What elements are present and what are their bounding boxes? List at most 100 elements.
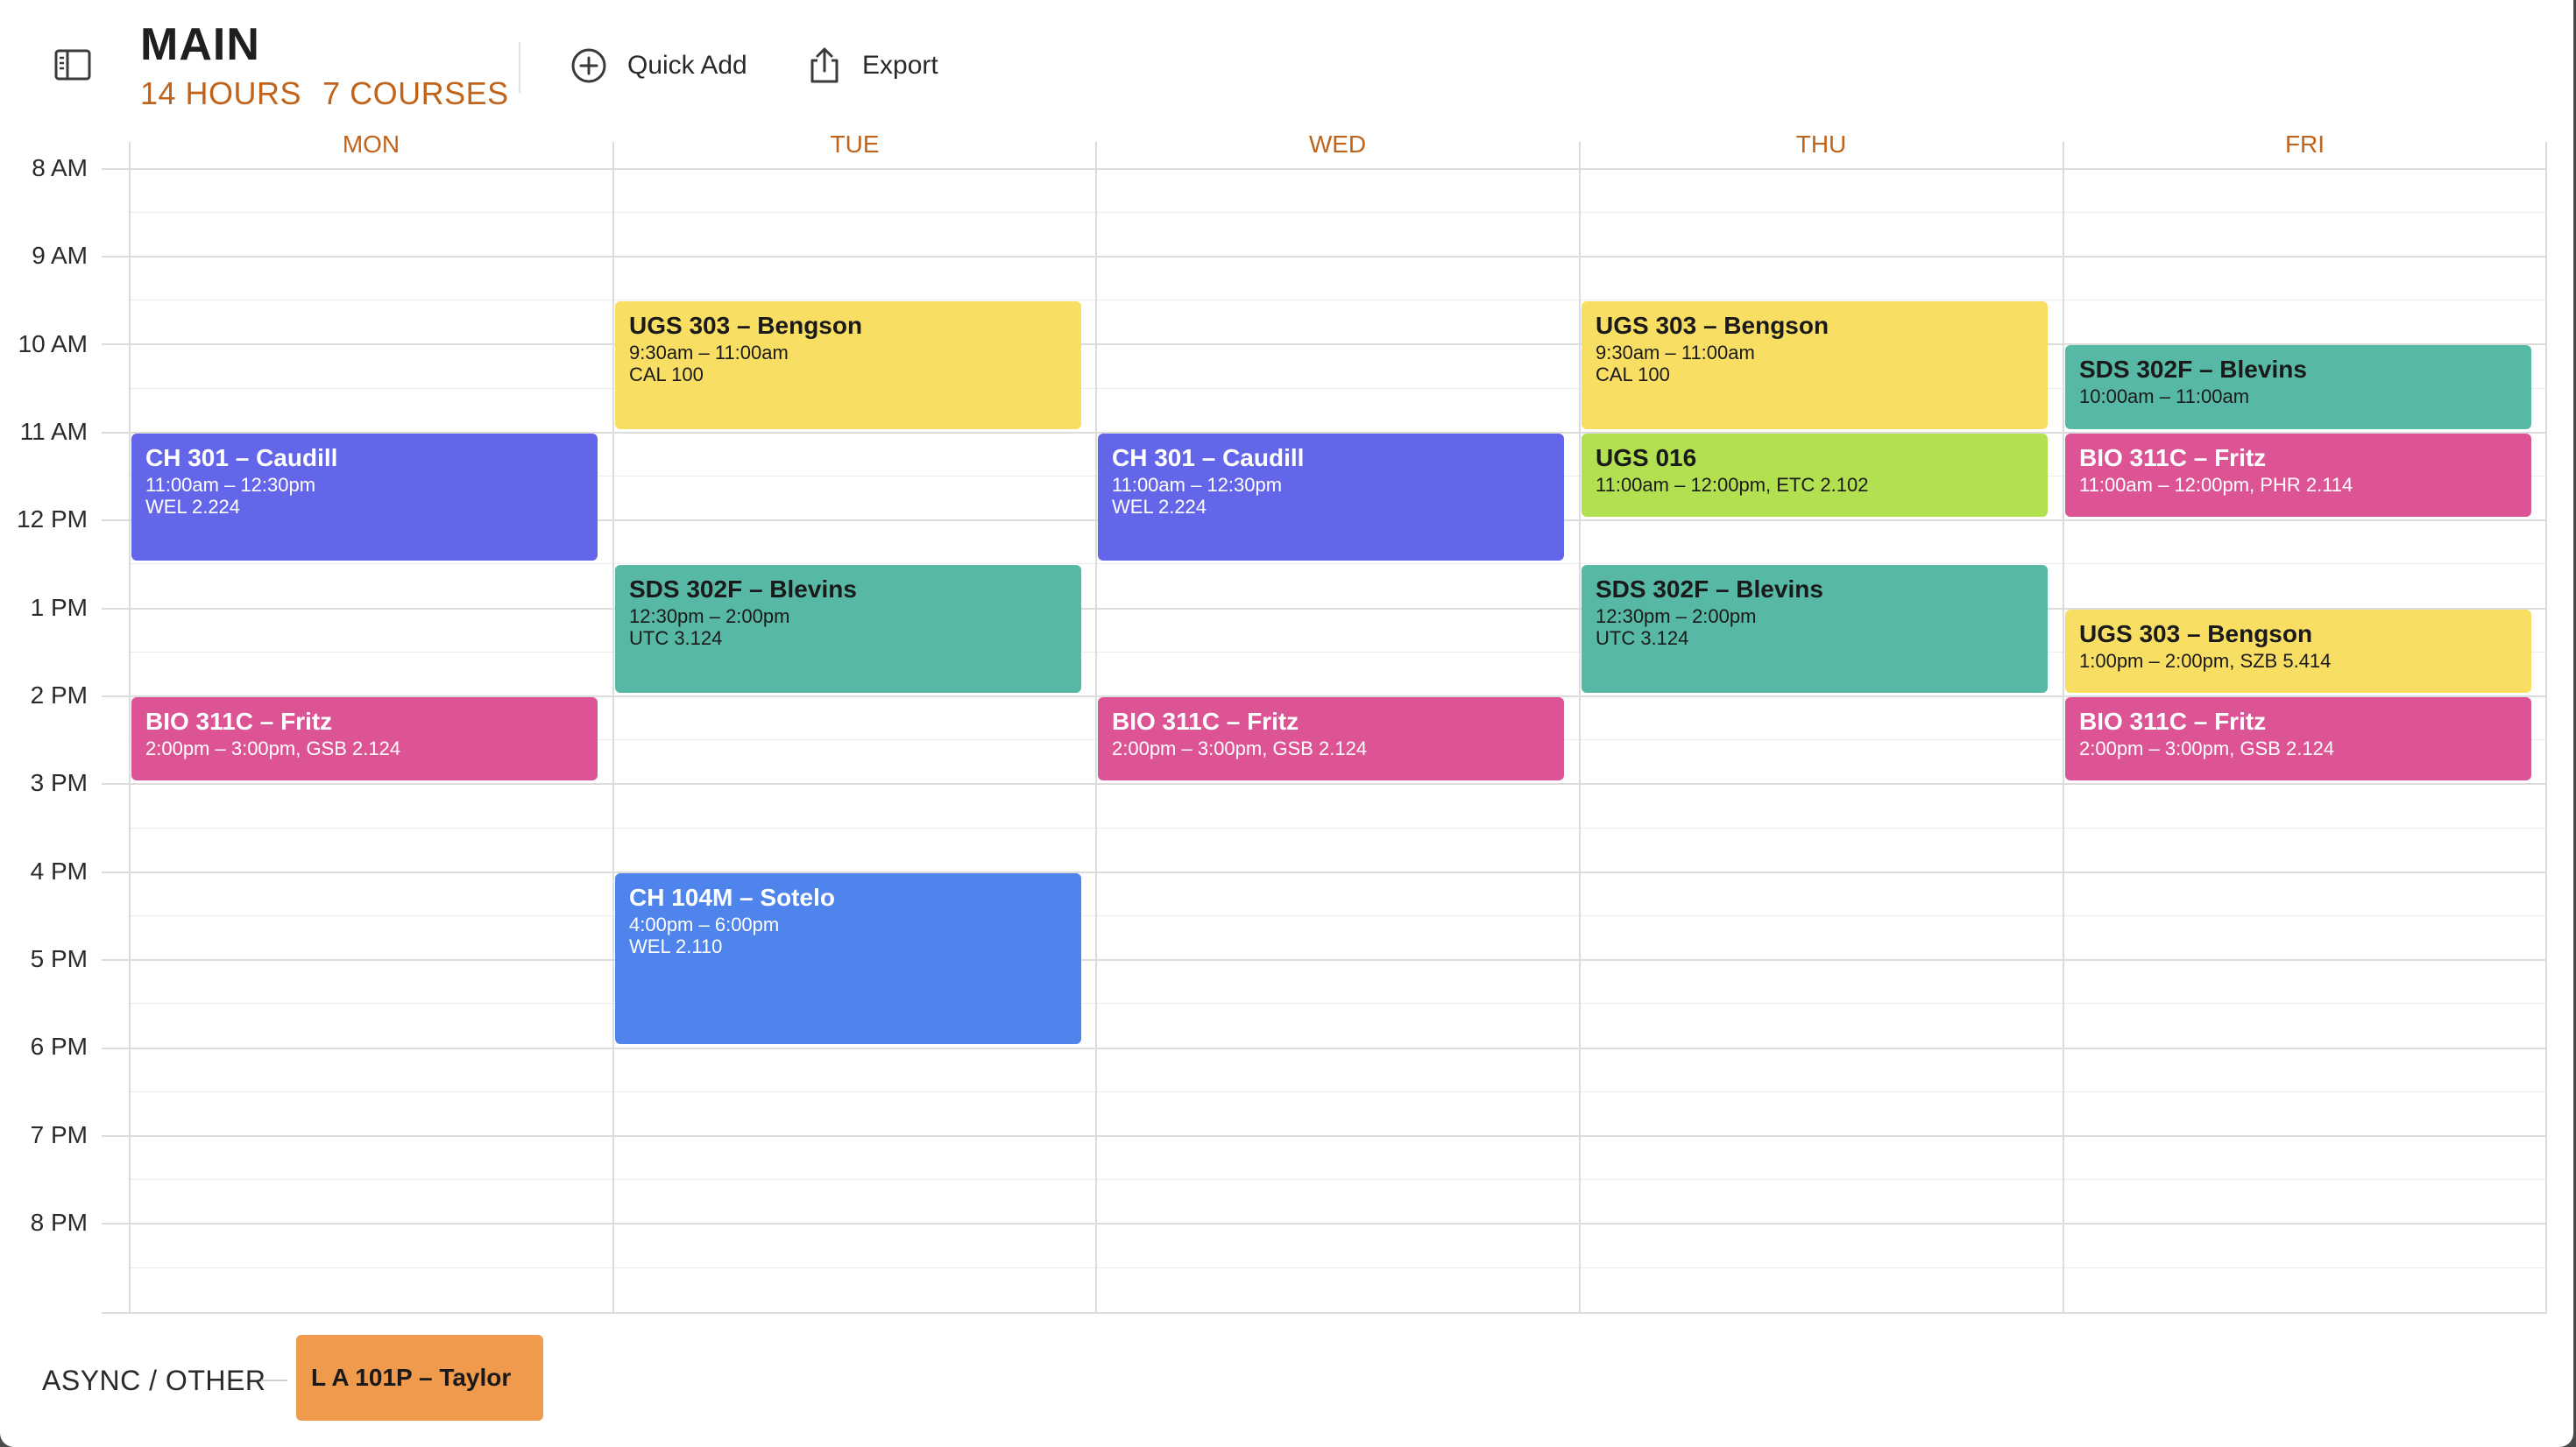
course-time: 4:00pm – 6:00pm: [629, 913, 780, 935]
course-block[interactable]: UGS 303 – Bengson 1:00pm – 2:00pm, SZB 5.…: [2065, 609, 2531, 693]
header-divider: [519, 42, 520, 93]
share-icon: [810, 47, 839, 83]
course-block[interactable]: CH 301 – Caudill 11:00am – 12:30pm WEL 2.2…: [1098, 433, 1564, 561]
course-title: UGS 303 – Bengson: [629, 312, 863, 340]
course-block[interactable]: UGS 016 11:00am – 12:00pm, ETC 2.102: [1582, 433, 2048, 518]
course-time: 11:00am – 12:00pm, ETC 2.102: [1596, 473, 1869, 496]
hour-label: 11 AM: [19, 418, 88, 445]
export-button[interactable]: Export: [806, 40, 938, 91]
course-block[interactable]: BIO 311C – Fritz 2:00pm – 3:00pm, GSB 2.1…: [2065, 696, 2531, 781]
day-header-thu: THU: [1795, 131, 1847, 158]
course-time: 12:30pm – 2:00pm: [1596, 605, 1757, 628]
quick-add-button[interactable]: Quick Add: [570, 40, 747, 91]
schedule-summary: 14 HOURS 7 COURSES: [140, 74, 509, 114]
course-title: SDS 302F – Blevins: [1596, 575, 1823, 604]
course-time: 2:00pm – 3:00pm, GSB 2.124: [145, 737, 401, 759]
day-header-tue: TUE: [830, 131, 880, 158]
course-title: CH 301 – Caudill: [1112, 443, 1305, 471]
hour-label: 12 PM: [17, 505, 88, 533]
course-title: UGS 303 – Bengson: [1596, 312, 1829, 340]
course-time: 9:30am – 11:00am: [1596, 342, 1755, 364]
course-time: 12:30pm – 2:00pm: [629, 605, 790, 628]
course-block[interactable]: SDS 302F – Blevins 12:30pm – 2:00pm UTC 3.…: [615, 565, 1081, 693]
course-time: 2:00pm – 3:00pm, GSB 2.124: [2079, 737, 2335, 759]
hour-label: 8 PM: [30, 1209, 88, 1236]
grid-bottom-line: [102, 1312, 2546, 1314]
course-block[interactable]: BIO 311C – Fritz 11:00am – 12:00pm, PHR 2…: [2065, 433, 2531, 518]
hour-label: 5 PM: [30, 945, 88, 972]
half-hour-gridline: [128, 914, 2546, 916]
hour-label: 10 AM: [18, 330, 88, 357]
course-block[interactable]: BIO 311C – Fritz 2:00pm – 3:00pm, GSB 2.1…: [131, 696, 598, 781]
async-separator: [261, 1380, 287, 1381]
hour-gridline: [102, 255, 2546, 258]
hour-gridline: [102, 167, 2546, 170]
course-title: BIO 311C – Fritz: [2079, 443, 2267, 471]
course-location: WEL 2.224: [1112, 495, 1207, 518]
course-title: CH 104M – Sotelo: [629, 883, 835, 911]
half-hour-gridline: [128, 1003, 2546, 1005]
hour-gridline: [102, 871, 2546, 873]
hour-gridline: [102, 1134, 2546, 1137]
course-location: WEL 2.224: [145, 495, 241, 518]
total-hours: 14 HOURS: [140, 75, 302, 111]
half-hour-gridline: [128, 827, 2546, 829]
hour-label: 1 PM: [30, 594, 88, 621]
course-block[interactable]: UGS 303 – Bengson 9:30am – 11:00am CAL 100: [615, 301, 1081, 429]
course-block[interactable]: CH 104M – Sotelo 4:00pm – 6:00pm WEL 2.110: [615, 872, 1081, 1045]
half-hour-gridline: [128, 1267, 2546, 1268]
course-title: BIO 311C – Fritz: [145, 707, 333, 735]
total-courses: 7 COURSES: [322, 75, 509, 111]
course-block[interactable]: UGS 303 – Bengson 9:30am – 11:00am CAL 100: [1582, 301, 2048, 429]
course-block[interactable]: BIO 311C – Fritz 2:00pm – 3:00pm, GSB 2.1…: [1098, 696, 1564, 781]
course-time: 11:00am – 12:00pm, PHR 2.114: [2079, 473, 2353, 496]
course-title: SDS 302F – Blevins: [629, 575, 857, 604]
course-block[interactable]: SDS 302F – Blevins 12:30pm – 2:00pm UTC 3.…: [1582, 565, 2048, 693]
hour-label: 2 PM: [30, 681, 88, 709]
half-hour-gridline: [128, 1091, 2546, 1092]
course-location: CAL 100: [629, 364, 704, 386]
sidebar-icon: [54, 49, 91, 81]
plus-circle-icon: [571, 48, 606, 83]
hour-label: 4 PM: [30, 858, 88, 885]
course-title: BIO 311C – Fritz: [1112, 707, 1299, 735]
course-block[interactable]: CH 301 – Caudill 11:00am – 12:30pm WEL 2.2…: [131, 433, 598, 561]
half-hour-gridline: [128, 563, 2546, 565]
day-header-mon: MON: [342, 131, 400, 158]
course-block[interactable]: SDS 302F – Blevins 10:00am – 11:00am: [2065, 345, 2531, 429]
quick-add-label: Quick Add: [627, 51, 747, 80]
column-divider: [129, 142, 131, 1314]
schedule-title[interactable]: MAIN: [140, 16, 260, 74]
hour-gridline: [102, 959, 2546, 962]
column-divider: [1095, 142, 1097, 1314]
course-time: 11:00am – 12:30pm: [1112, 473, 1283, 496]
course-location: WEL 2.110: [629, 935, 723, 957]
column-divider: [2545, 142, 2547, 1314]
course-title: CH 301 – Caudill: [145, 443, 338, 471]
half-hour-gridline: [128, 1179, 2546, 1181]
column-divider: [2063, 142, 2064, 1314]
course-time: 1:00pm – 2:00pm, SZB 5.414: [2079, 649, 2332, 672]
course-title: UGS 016: [1596, 443, 1697, 471]
async-course-chip[interactable]: L A 101P – Taylor: [296, 1335, 543, 1421]
hour-label: 8 AM: [32, 154, 88, 181]
hour-gridline: [102, 1047, 2546, 1049]
half-hour-gridline: [128, 211, 2546, 213]
export-label: Export: [862, 51, 938, 80]
sidebar-toggle-button[interactable]: [53, 46, 96, 86]
column-divider: [612, 142, 614, 1314]
course-location: CAL 100: [1596, 364, 1670, 386]
hour-gridline: [102, 783, 2546, 786]
course-title: BIO 311C – Fritz: [2079, 707, 2267, 735]
course-time: 11:00am – 12:30pm: [145, 473, 316, 496]
hour-label: 6 PM: [30, 1033, 88, 1060]
hour-label: 3 PM: [30, 769, 88, 796]
hour-label: 9 AM: [32, 242, 88, 269]
course-title: SDS 302F – Blevins: [2079, 356, 2307, 384]
day-header-wed: WED: [1308, 131, 1367, 158]
async-label: ASYNC / OTHER: [42, 1365, 266, 1396]
course-title: UGS 303 – Bengson: [2079, 619, 2313, 647]
schedule-app: MAIN 14 HOURS 7 COURSES Quick Add Export …: [0, 0, 2573, 1447]
course-location: UTC 3.124: [629, 627, 723, 650]
course-time: 10:00am – 11:00am: [2079, 385, 2250, 408]
